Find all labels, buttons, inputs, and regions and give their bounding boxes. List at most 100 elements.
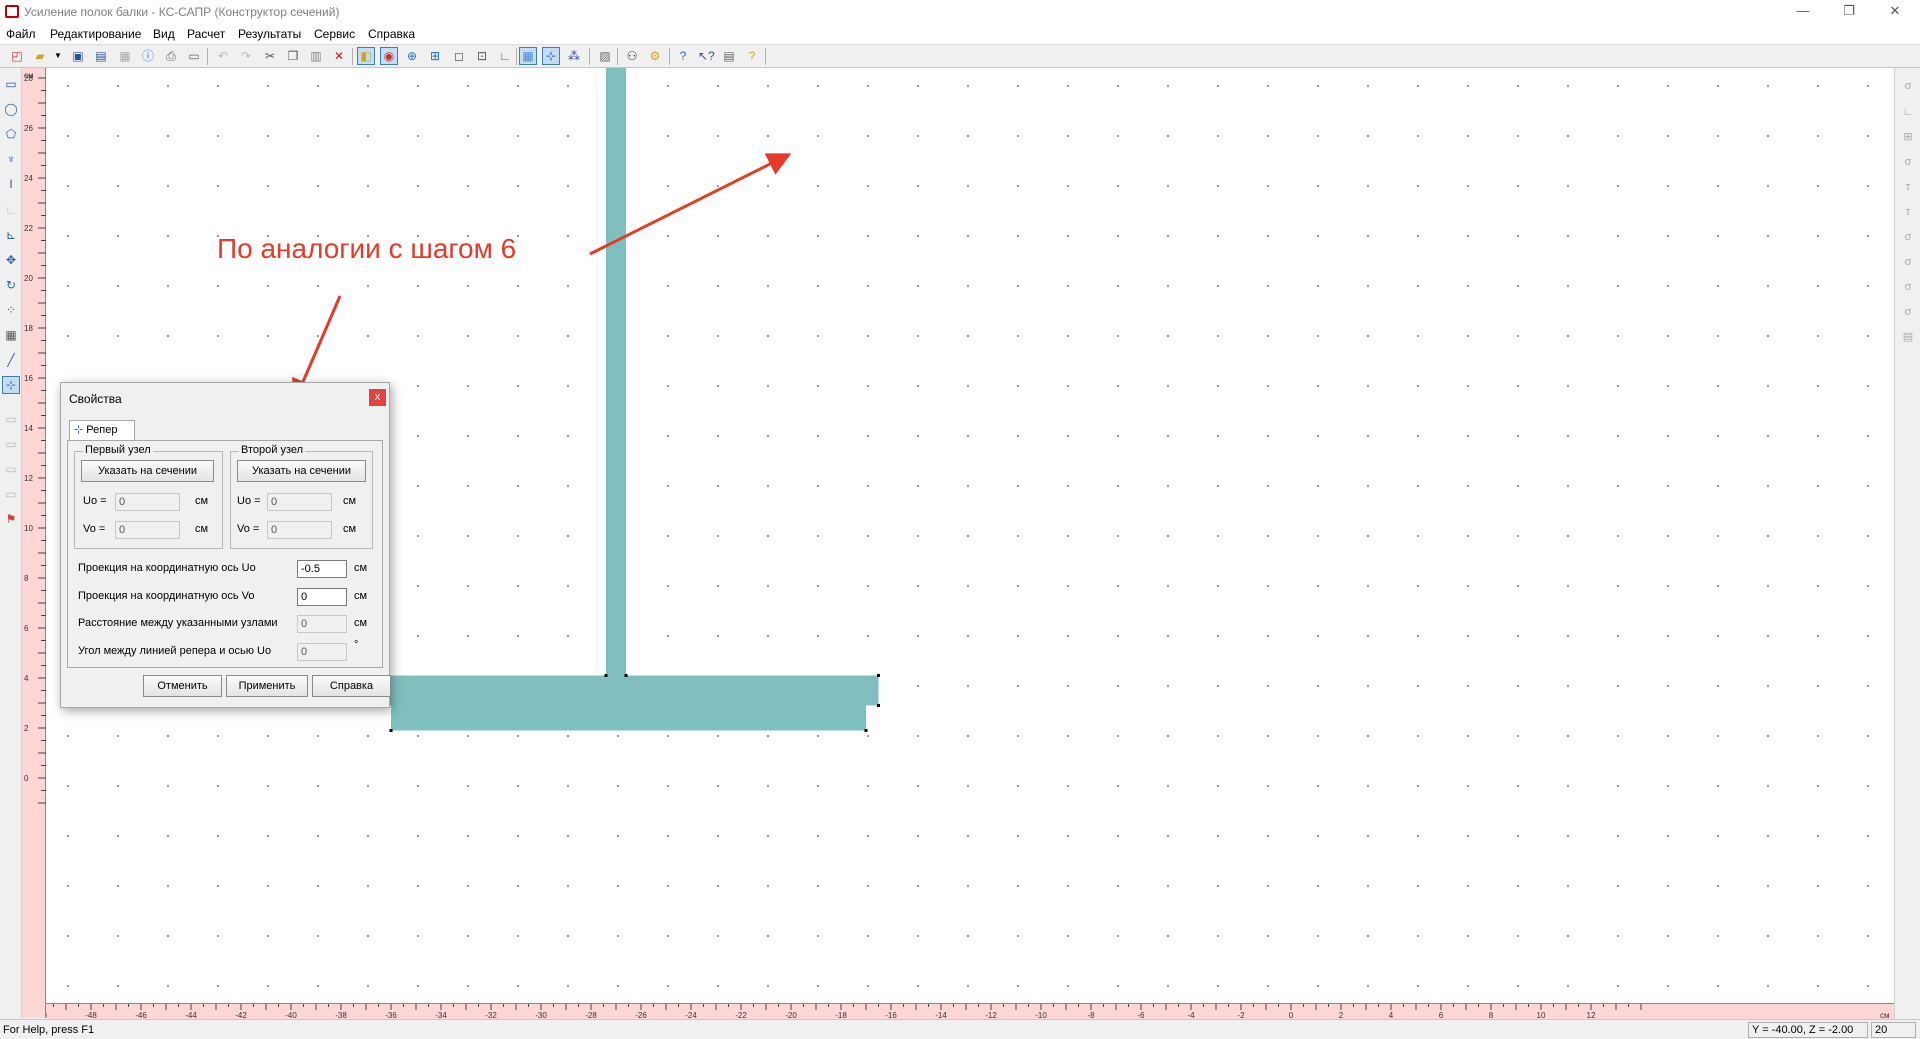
about-icon[interactable]: ▤: [721, 48, 737, 64]
save-icon[interactable]: ▣: [70, 48, 86, 64]
projection-v-field[interactable]: 0: [297, 588, 347, 606]
array-tool-icon[interactable]: ▦: [3, 327, 19, 343]
disabled-tool-1-icon[interactable]: ▭: [3, 411, 19, 427]
stress-icon-4[interactable]: σ: [1900, 154, 1916, 170]
apply-button[interactable]: Применить: [226, 675, 308, 697]
distance-field[interactable]: 0: [297, 615, 347, 633]
profile-tool-icon[interactable]: ♆: [3, 151, 19, 167]
menu-view[interactable]: Вид: [153, 27, 175, 41]
paste-icon[interactable]: ▥: [308, 48, 324, 64]
first-node-pick-button[interactable]: Указать на сечении: [81, 460, 214, 482]
ellipse-tool-icon[interactable]: ◯: [3, 101, 19, 117]
line-tool-icon[interactable]: ╱: [3, 352, 19, 368]
context-help-icon[interactable]: ↖?: [698, 48, 715, 64]
stress-icon-11[interactable]: ▤: [1900, 329, 1916, 345]
frame-icon[interactable]: ◻: [451, 48, 467, 64]
rectangle-tool-icon[interactable]: ▭: [3, 76, 19, 92]
snap-icon[interactable]: ⊹: [542, 47, 560, 65]
zoom-window-icon[interactable]: ⊞: [427, 48, 443, 64]
fill-mode-icon[interactable]: ◉: [380, 47, 398, 65]
grid-dot: [67, 885, 69, 887]
undo-icon[interactable]: ↶: [215, 48, 231, 64]
save-all-icon[interactable]: ▤: [93, 48, 109, 64]
menu-file[interactable]: Файл: [6, 27, 36, 41]
section-node[interactable]: [877, 704, 880, 707]
copy-icon[interactable]: ❐: [285, 48, 301, 64]
edit-tool-icon[interactable]: ∟: [3, 202, 19, 218]
node-tool-icon[interactable]: ⁘: [3, 302, 19, 318]
grid-dot: [567, 935, 569, 937]
cut-icon[interactable]: ✂: [262, 48, 278, 64]
nodes-icon[interactable]: ⁂: [566, 48, 582, 64]
first-node-v-field[interactable]: 0: [115, 521, 180, 539]
ibeam-tool-icon[interactable]: I: [3, 176, 19, 192]
section-node[interactable]: [624, 674, 628, 677]
second-node-u-field[interactable]: 0: [267, 493, 332, 511]
rotate-tool-icon[interactable]: ↻: [3, 277, 19, 293]
menu-edit[interactable]: Редактирование: [50, 27, 141, 41]
web[interactable]: [606, 68, 626, 678]
stress-icon-8[interactable]: σ: [1900, 254, 1916, 270]
second-node-pick-button[interactable]: Указать на сечении: [237, 460, 366, 482]
polygon-tool-icon[interactable]: ⬠: [3, 126, 19, 142]
section-node[interactable]: [864, 729, 868, 732]
grid-dot: [517, 135, 519, 137]
menu-results[interactable]: Результаты: [238, 27, 301, 41]
material-tool-icon[interactable]: ⚑: [3, 511, 19, 527]
stress-icon-10[interactable]: σ: [1900, 304, 1916, 320]
print-icon[interactable]: ⎙: [163, 48, 179, 64]
grid-dot: [1317, 835, 1319, 837]
disabled-tool-4-icon[interactable]: ▭: [3, 486, 19, 502]
grid-icon[interactable]: ▦: [519, 47, 537, 65]
stress-icon-9[interactable]: σ: [1900, 279, 1916, 295]
bottom-flange[interactable]: [378, 675, 879, 706]
menu-help[interactable]: Справка: [368, 27, 415, 41]
help-icon[interactable]: ?: [675, 48, 691, 64]
new-icon[interactable]: ◰: [9, 48, 25, 64]
help-button[interactable]: Справка: [312, 675, 391, 697]
layers-icon[interactable]: ▨: [597, 48, 613, 64]
menu-calculation[interactable]: Расчет: [187, 27, 225, 41]
stress-icon-5[interactable]: τ: [1900, 179, 1916, 195]
disabled-tool-2-icon[interactable]: ▭: [3, 436, 19, 452]
dimension-tool-icon[interactable]: ⊾: [3, 227, 19, 243]
axes-icon[interactable]: ∟: [497, 48, 513, 64]
open-icon[interactable]: ▰: [32, 48, 48, 64]
grid-dot: [217, 285, 219, 287]
stress-icon-6[interactable]: τ: [1900, 204, 1916, 220]
projection-u-field[interactable]: -0.5: [297, 560, 347, 578]
tab-reper[interactable]: ⊹ Репер: [69, 420, 135, 441]
bottom-reinforcement-plate[interactable]: [391, 703, 866, 731]
redo-icon[interactable]: ↷: [238, 48, 254, 64]
stress-icon-2[interactable]: ∟: [1900, 104, 1916, 120]
calculate-icon[interactable]: ⚙: [647, 48, 663, 64]
stress-icon-3[interactable]: ⊞: [1900, 129, 1916, 145]
cancel-button[interactable]: Отменить: [143, 675, 222, 697]
restore-button[interactable]: ❐: [1826, 0, 1872, 24]
reper-tool-icon[interactable]: ⊹: [2, 376, 20, 394]
first-node-u-field[interactable]: 0: [115, 493, 180, 511]
section-node[interactable]: [389, 729, 393, 732]
disabled-tool-3-icon[interactable]: ▭: [3, 461, 19, 477]
zoom-icon[interactable]: ⊕: [404, 48, 420, 64]
dialog-close-button[interactable]: x: [369, 389, 386, 406]
section-node[interactable]: [877, 674, 880, 677]
second-node-v-field[interactable]: 0: [267, 521, 332, 539]
delete-icon[interactable]: ✕: [331, 48, 347, 64]
select-mode-icon[interactable]: ◧: [357, 47, 375, 65]
stress-icon-7[interactable]: σ: [1900, 229, 1916, 245]
angle-field[interactable]: 0: [297, 643, 347, 661]
move-tool-icon[interactable]: ✥: [3, 252, 19, 268]
binoculars-icon[interactable]: ⚇: [624, 48, 640, 64]
menu-service[interactable]: Сервис: [314, 27, 355, 41]
minimize-button[interactable]: —: [1780, 0, 1826, 24]
print-preview-icon[interactable]: ▭: [186, 48, 202, 64]
stress-icon-1[interactable]: σ: [1900, 78, 1916, 94]
close-window-button[interactable]: ✕: [1872, 0, 1918, 24]
tip-icon[interactable]: ?: [744, 48, 760, 64]
section-node[interactable]: [604, 674, 608, 677]
export-icon[interactable]: ▦: [117, 48, 133, 64]
fit-icon[interactable]: ⊡: [474, 48, 490, 64]
info-icon[interactable]: ⓘ: [140, 48, 156, 64]
open-dropdown-icon[interactable]: ▼: [50, 48, 66, 64]
